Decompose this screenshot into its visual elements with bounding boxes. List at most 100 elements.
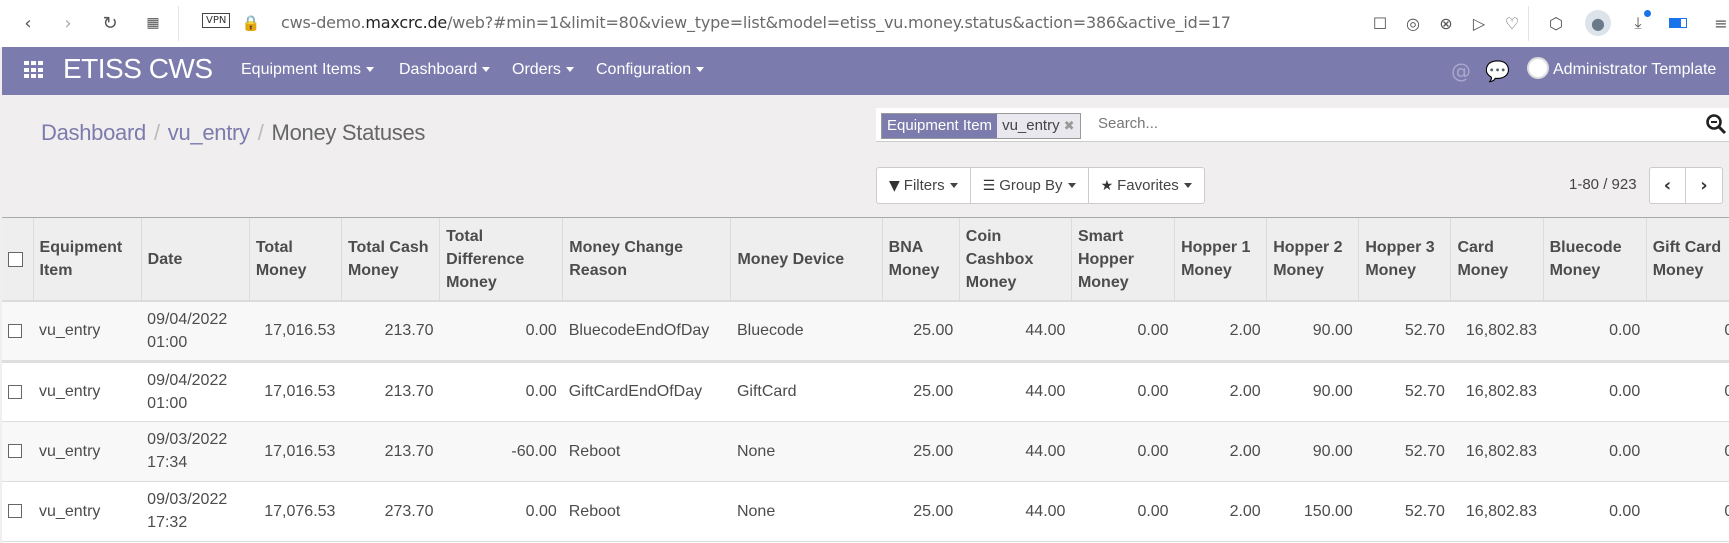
table-cell: 16,802.83 [1450, 481, 1544, 542]
table-row[interactable]: vu_entry 09/03/2022 17:32 17,076.53 273.70 0… [2, 481, 1729, 542]
shield-x-icon[interactable]: ⊗ [1435, 12, 1457, 34]
row-select-cell [2, 361, 34, 422]
table-cell: 52.70 [1358, 421, 1451, 482]
row-checkbox[interactable] [8, 384, 22, 399]
row-checkbox[interactable] [8, 504, 22, 519]
table-cell: 52.70 [1358, 481, 1451, 542]
search-facet[interactable]: Equipment Item vu_entry ✖ [881, 113, 1081, 139]
column-header[interactable]: Card Money [1450, 218, 1544, 302]
filter-icon: ▼ [889, 177, 900, 194]
browser-toolbar: ‹ › ↻ ▦ VPN 🔒 cws-demo.maxcrc.de/web?#mi… [0, 0, 1729, 47]
table-cell: 25.00 [882, 481, 960, 542]
send-icon[interactable]: ▷ [1468, 12, 1490, 34]
breadcrumb-vu-entry[interactable]: vu_entry [168, 120, 250, 145]
table-cell: 0.00 [1646, 301, 1729, 363]
chevron-down-icon [1183, 183, 1192, 188]
app-brand[interactable]: ETISS CWS [63, 53, 213, 85]
breadcrumb: Dashboard / vu_entry / Money Statuses [41, 120, 426, 145]
favorites-button[interactable]: ★ Favorites [1089, 168, 1204, 203]
column-header[interactable]: Hopper 1 Money [1174, 218, 1268, 302]
table-cell: 213.70 [341, 421, 440, 482]
chat-icon[interactable]: 💬 [1485, 59, 1510, 83]
table-cell: 09/03/2022 17:32 [141, 481, 250, 542]
pager-next-button[interactable]: › [1686, 168, 1722, 203]
table-row[interactable]: vu_entry 09/03/2022 17:34 17,016.53 213.70-… [2, 421, 1729, 482]
table-cell: None [730, 481, 883, 542]
column-header[interactable]: Money Device [730, 218, 883, 302]
reload-icon[interactable]: ↻ [99, 12, 121, 34]
list-view: Equipment Item Date Total Money Total Ca… [2, 217, 1729, 543]
tabs-grid-icon[interactable]: ▦ [142, 12, 164, 34]
page-title: Money Statuses [271, 120, 426, 145]
column-header[interactable]: Coin Cashbox Money [959, 218, 1072, 302]
user-menu[interactable]: Administrator Template [1553, 61, 1716, 79]
column-header[interactable]: Date [141, 218, 250, 302]
settings-sliders-icon[interactable]: ≡ [1710, 12, 1729, 34]
filters-button[interactable]: ▼ Filters [877, 168, 971, 203]
row-checkbox[interactable] [8, 444, 22, 459]
table-cell: Bluecode [730, 301, 883, 363]
table-cell: 44.00 [959, 301, 1072, 363]
search-input[interactable] [1098, 115, 1678, 132]
column-header[interactable]: Total Difference Money [439, 218, 564, 302]
breadcrumb-dashboard[interactable]: Dashboard [41, 120, 146, 145]
mentions-icon[interactable]: @ [1451, 59, 1471, 83]
back-icon[interactable]: ‹ [17, 12, 39, 34]
column-header[interactable]: Money Change Reason [562, 218, 732, 302]
profile-avatar-icon[interactable]: ● [1585, 10, 1611, 36]
table-cell: 0.00 [1071, 421, 1175, 482]
main-navbar: ETISS CWS Equipment Items Dashboard Orde… [2, 47, 1729, 95]
table-row[interactable]: vu_entry 09/04/2022 01:00 17,016.53 213.70 0… [2, 361, 1729, 422]
table-cell: 16,802.83 [1450, 301, 1544, 363]
column-header[interactable]: Hopper 2 Money [1266, 218, 1360, 302]
heart-icon[interactable]: ♡ [1501, 12, 1523, 34]
column-header[interactable]: Hopper 3 Money [1358, 218, 1452, 302]
apps-menu-icon[interactable] [24, 61, 45, 79]
column-header[interactable]: Smart Hopper Money [1071, 218, 1176, 302]
table-cell: 0.00 [1646, 361, 1729, 422]
select-all-checkbox[interactable] [8, 251, 23, 267]
cube-icon[interactable]: ⬡ [1545, 12, 1567, 34]
lock-icon[interactable]: 🔒 [240, 12, 262, 34]
chevron-right-icon: › [1700, 175, 1708, 196]
column-header[interactable]: BNA Money [882, 218, 960, 302]
table-cell: Reboot [562, 421, 731, 482]
column-header[interactable]: Total Money [249, 218, 342, 302]
address-bar[interactable]: cws-demo.maxcrc.de/web?#min=1&limit=80&v… [281, 13, 1231, 32]
table-cell: -60.00 [439, 421, 563, 482]
user-avatar[interactable] [1527, 57, 1549, 79]
menu-equipment-items[interactable]: Equipment Items [241, 61, 375, 79]
row-checkbox[interactable] [8, 324, 22, 339]
forward-icon[interactable]: › [57, 12, 79, 34]
table-cell: 0.00 [439, 301, 563, 363]
table-cell: vu_entry [33, 361, 142, 422]
chevron-down-icon [565, 67, 574, 73]
chevron-down-icon [482, 67, 491, 73]
group-by-button[interactable]: ☰ Group By [971, 168, 1089, 203]
menu-dashboard[interactable]: Dashboard [399, 61, 491, 79]
search-icon[interactable] [1705, 113, 1727, 135]
column-header[interactable]: Bluecode Money [1543, 218, 1647, 302]
table-row[interactable]: vu_entry 09/04/2022 01:00 17,016.53 213.70 0… [2, 301, 1729, 363]
search-bar: Equipment Item vu_entry ✖ [876, 108, 1729, 142]
table-cell: vu_entry [33, 301, 142, 363]
vpn-badge[interactable]: VPN [202, 13, 231, 28]
pager-value[interactable]: 1-80 / 923 [1569, 176, 1637, 193]
pin-icon[interactable]: ☐ [1369, 12, 1391, 34]
table-cell: 2.00 [1174, 421, 1267, 482]
table-cell: 17,016.53 [249, 301, 342, 363]
column-header[interactable]: Total Cash Money [341, 218, 441, 302]
camera-icon[interactable]: ◎ [1402, 12, 1424, 34]
column-header[interactable]: Equipment Item [33, 218, 142, 302]
download-icon[interactable]: ⤓ [1627, 10, 1651, 34]
menu-orders[interactable]: Orders [512, 61, 574, 79]
column-header[interactable]: Gift Card Money [1646, 218, 1729, 302]
battery-icon[interactable] [1667, 12, 1689, 34]
table-cell: 16,802.83 [1450, 361, 1544, 422]
menu-configuration[interactable]: Configuration [596, 61, 705, 79]
table-cell: 0.00 [1543, 361, 1647, 422]
pager-previous-button[interactable]: ‹ [1650, 168, 1686, 203]
table-cell: 44.00 [959, 481, 1072, 542]
facet-value: vu_entry ✖ [997, 114, 1080, 138]
close-icon[interactable]: ✖ [1064, 118, 1075, 133]
